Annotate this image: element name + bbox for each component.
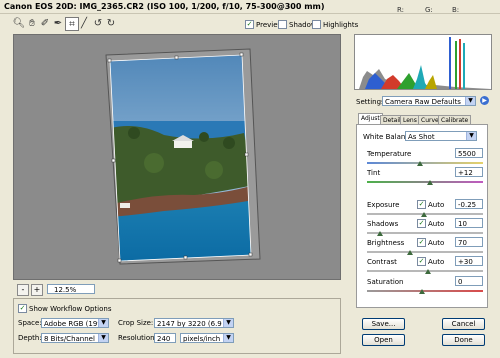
zoom-bar: - + 12.5% <box>13 282 341 296</box>
chevron-down-icon: ▼ <box>223 334 233 342</box>
brightness-slider[interactable] <box>367 251 483 253</box>
show-workflow-checkbox[interactable]: ✓ Show Workflow Options <box>18 304 112 313</box>
white-balance-tool-icon[interactable]: ✐ <box>39 17 51 29</box>
space-select[interactable]: Adobe RGB (1998) ▼ <box>41 318 109 328</box>
chevron-down-icon: ▼ <box>98 334 108 342</box>
contrast-auto-checkbox[interactable]: ✓ Auto <box>417 257 444 266</box>
crop-handle[interactable] <box>248 252 253 257</box>
tint-slider-thumb[interactable] <box>427 180 433 185</box>
brightness-label: Brightness <box>367 239 405 247</box>
exposure-label: Exposure <box>367 201 400 209</box>
exposure-slider-thumb[interactable] <box>421 212 427 217</box>
crop-handle[interactable] <box>183 255 188 260</box>
zoom-level-select[interactable]: 12.5% <box>47 284 95 294</box>
shadows-slider-thumb[interactable] <box>377 231 383 236</box>
depth-select[interactable]: 8 Bits/Channel ▼ <box>41 333 109 343</box>
save-button[interactable]: Save... <box>362 318 405 330</box>
chevron-down-icon: ▼ <box>98 319 108 327</box>
color-sampler-tool-icon[interactable]: ✒ <box>52 17 64 29</box>
open-button[interactable]: Open <box>362 334 405 346</box>
chevron-down-icon: ▼ <box>223 319 233 327</box>
tint-input[interactable]: +12 <box>455 167 483 177</box>
shadows-auto-check-icon[interactable]: ✓ <box>417 219 426 228</box>
straighten-tool-icon[interactable]: ╱ <box>78 17 90 29</box>
temperature-input[interactable]: 5500 <box>455 148 483 158</box>
chevron-down-icon: ▼ <box>465 97 475 105</box>
zoom-out-button[interactable]: - <box>17 284 29 296</box>
shadows-auto-checkbox[interactable]: ✓ Auto <box>417 219 444 228</box>
temperature-slider[interactable] <box>367 162 483 164</box>
temperature-slider-thumb[interactable] <box>417 161 423 166</box>
show-workflow-check-icon[interactable]: ✓ <box>18 304 27 313</box>
crop-handle[interactable] <box>239 52 244 57</box>
brightness-auto-check-icon[interactable]: ✓ <box>417 238 426 247</box>
preview-canvas[interactable] <box>13 34 341 280</box>
zoom-in-button[interactable]: + <box>31 284 43 296</box>
histogram <box>354 34 492 90</box>
histogram-graph <box>359 37 491 89</box>
toolbar: 🔍︎ ✋︎ ✐ ✒ ⌗ ╱ ↺ ↻ ✓ Preview Shadows High… <box>0 14 358 32</box>
contrast-input[interactable]: +30 <box>455 256 483 266</box>
shadows-slider[interactable] <box>367 232 483 234</box>
crop-tool-icon[interactable]: ⌗ <box>65 17 79 31</box>
highlights-clip-checkbox[interactable]: Highlights <box>312 20 358 29</box>
contrast-label: Contrast <box>367 258 397 266</box>
crop-handle[interactable] <box>111 158 116 163</box>
space-label: Space: <box>18 319 42 327</box>
saturation-label: Saturation <box>367 278 404 286</box>
white-balance-select[interactable]: As Shot ▼ <box>405 131 477 141</box>
temperature-label: Temperature <box>367 150 412 158</box>
contrast-auto-check-icon[interactable]: ✓ <box>417 257 426 266</box>
rotate-left-icon[interactable]: ↺ <box>92 17 104 29</box>
r-readout: R: <box>397 6 405 14</box>
resolution-label: Resolution: <box>118 334 157 342</box>
resolution-input[interactable]: 240 <box>154 333 176 343</box>
zoom-tool-icon[interactable]: 🔍︎ <box>13 17 26 29</box>
crop-size-select[interactable]: 2147 by 3220 (6.9 MP) ▼ <box>154 318 234 328</box>
saturation-slider[interactable] <box>367 290 483 292</box>
chevron-down-icon: ▼ <box>466 132 476 140</box>
tint-label: Tint <box>367 169 381 177</box>
brightness-input[interactable]: 70 <box>455 237 483 247</box>
saturation-slider-thumb[interactable] <box>419 289 425 294</box>
contrast-slider-thumb[interactable] <box>425 269 431 274</box>
resolution-unit-select[interactable]: pixels/inch ▼ <box>180 333 234 343</box>
exposure-auto-check-icon[interactable]: ✓ <box>417 200 426 209</box>
shadows-input[interactable]: 10 <box>455 218 483 228</box>
tint-slider[interactable] <box>367 181 483 183</box>
crop-size-label: Crop Size: <box>118 319 154 327</box>
rotate-right-icon[interactable]: ↻ <box>105 17 117 29</box>
adjust-panel: White Balance: As Shot ▼ Temperature 550… <box>356 124 488 308</box>
workflow-options: ✓ Show Workflow Options Space: Adobe RGB… <box>13 298 341 354</box>
hand-tool-icon[interactable]: ✋︎ <box>26 17 38 29</box>
photo-preview <box>105 48 261 265</box>
crop-handle[interactable] <box>174 55 179 60</box>
exposure-input[interactable]: -0.25 <box>455 199 483 209</box>
exposure-auto-checkbox[interactable]: ✓ Auto <box>417 200 444 209</box>
brightness-auto-checkbox[interactable]: ✓ Auto <box>417 238 444 247</box>
crop-handle[interactable] <box>117 258 122 263</box>
shadows-label: Shadows <box>367 220 399 228</box>
crop-handle[interactable] <box>107 58 112 63</box>
saturation-input[interactable]: 0 <box>455 276 483 286</box>
preview-check-icon[interactable]: ✓ <box>245 20 254 29</box>
window-title: Canon EOS 20D: IMG_2365.CR2 (ISO 100, 1/… <box>4 2 325 11</box>
brightness-slider-thumb[interactable] <box>407 250 413 255</box>
cancel-button[interactable]: Cancel <box>442 318 485 330</box>
settings-select[interactable]: Camera Raw Defaults ▼ <box>382 96 476 106</box>
settings-menu-icon[interactable]: ▶ <box>480 96 489 105</box>
crop-handle[interactable] <box>244 152 249 157</box>
depth-label: Depth: <box>18 334 42 342</box>
g-readout: G: <box>425 6 433 14</box>
b-readout: B: <box>452 6 460 14</box>
done-button[interactable]: Done <box>442 334 485 346</box>
